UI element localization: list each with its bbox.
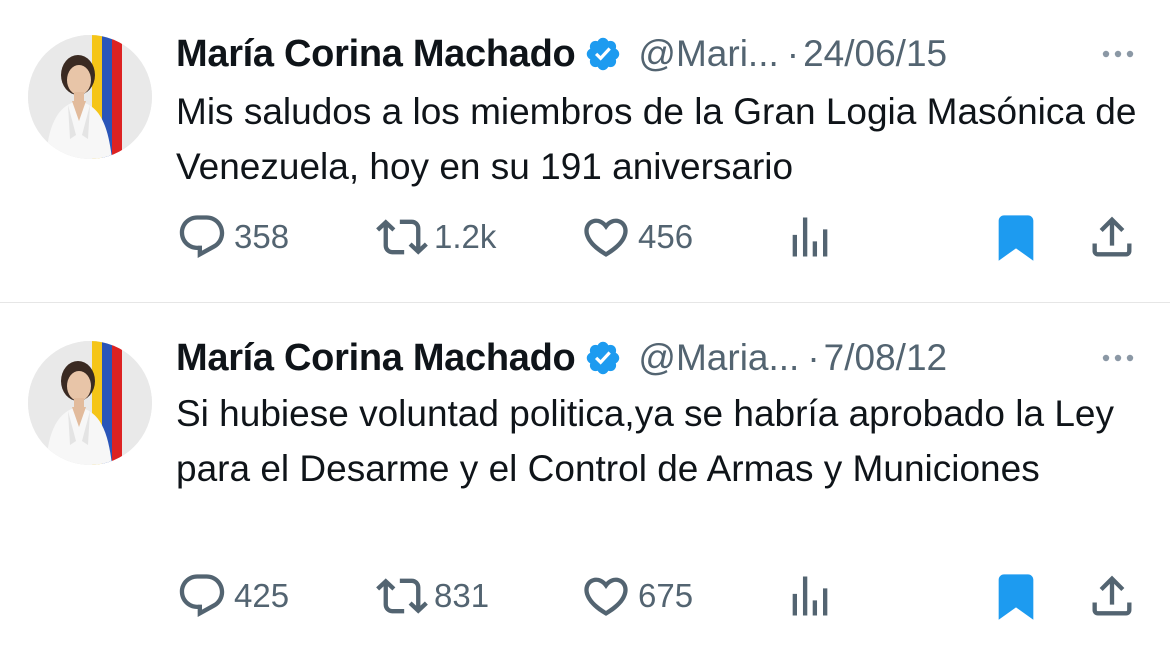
more-icon[interactable] [1098, 42, 1138, 66]
retweet-button[interactable]: 831 [376, 571, 489, 621]
share-icon [1086, 570, 1138, 622]
like-count: 675 [638, 577, 694, 614]
like-count: 456 [638, 218, 694, 255]
verified-badge-icon [584, 339, 622, 377]
bookmark-button[interactable] [990, 212, 1042, 262]
profile-photo [28, 35, 152, 159]
tweet[interactable]: María Corina Machado @Maria... · 7/08/12… [0, 303, 1170, 658]
verified-badge-icon [584, 35, 622, 73]
reply-icon [176, 211, 228, 263]
tweet[interactable]: María Corina Machado @Mari... · 24/06/15… [0, 0, 1170, 303]
like-icon [580, 211, 632, 263]
like-icon [580, 570, 632, 622]
tweet-text: Mis saludos a los miembros de la Gran Lo… [176, 91, 1137, 187]
separator-dot: · [786, 33, 800, 74]
avatar[interactable] [28, 35, 152, 159]
bookmark-button[interactable] [990, 571, 1042, 621]
share-icon [1086, 211, 1138, 263]
bookmark-icon [990, 570, 1042, 622]
author-name[interactable]: María Corina Machado [176, 33, 576, 76]
author-name[interactable]: María Corina Machado [176, 337, 576, 380]
tweet-actions: 358 1.2k 456 [176, 212, 1140, 262]
retweet-count: 831 [434, 577, 490, 614]
retweet-icon [376, 570, 428, 622]
tweet-header: María Corina Machado @Maria... · 7/08/12 [176, 336, 1140, 380]
reply-icon [176, 570, 228, 622]
like-button[interactable]: 456 [580, 212, 693, 262]
views-button[interactable] [784, 571, 836, 621]
share-button[interactable] [1086, 212, 1138, 262]
tweet-text: Si hubiese voluntad politica,ya se habrí… [176, 393, 1114, 489]
avatar[interactable] [28, 341, 152, 465]
retweet-icon [376, 211, 428, 263]
reply-button[interactable]: 358 [176, 212, 289, 262]
bookmark-icon [990, 211, 1042, 263]
author-handle[interactable]: @Maria... [638, 337, 799, 379]
retweet-count: 1.2k [434, 218, 497, 255]
views-icon [784, 570, 836, 622]
like-button[interactable]: 675 [580, 571, 693, 621]
reply-button[interactable]: 425 [176, 571, 289, 621]
retweet-button[interactable]: 1.2k [376, 212, 496, 262]
tweet-date[interactable]: 24/06/15 [803, 33, 947, 75]
author-handle[interactable]: @Mari... [638, 33, 778, 75]
tweet-date[interactable]: 7/08/12 [824, 337, 947, 379]
separator-dot: · [807, 337, 820, 378]
views-button[interactable] [784, 212, 836, 262]
profile-photo [28, 341, 152, 465]
tweet-actions: 425 831 675 [176, 571, 1140, 621]
share-button[interactable] [1086, 571, 1138, 621]
reply-count: 358 [234, 218, 290, 255]
views-icon [784, 211, 836, 263]
reply-count: 425 [234, 577, 290, 614]
more-icon[interactable] [1098, 346, 1138, 370]
tweet-header: María Corina Machado @Mari... · 24/06/15 [176, 32, 1140, 76]
